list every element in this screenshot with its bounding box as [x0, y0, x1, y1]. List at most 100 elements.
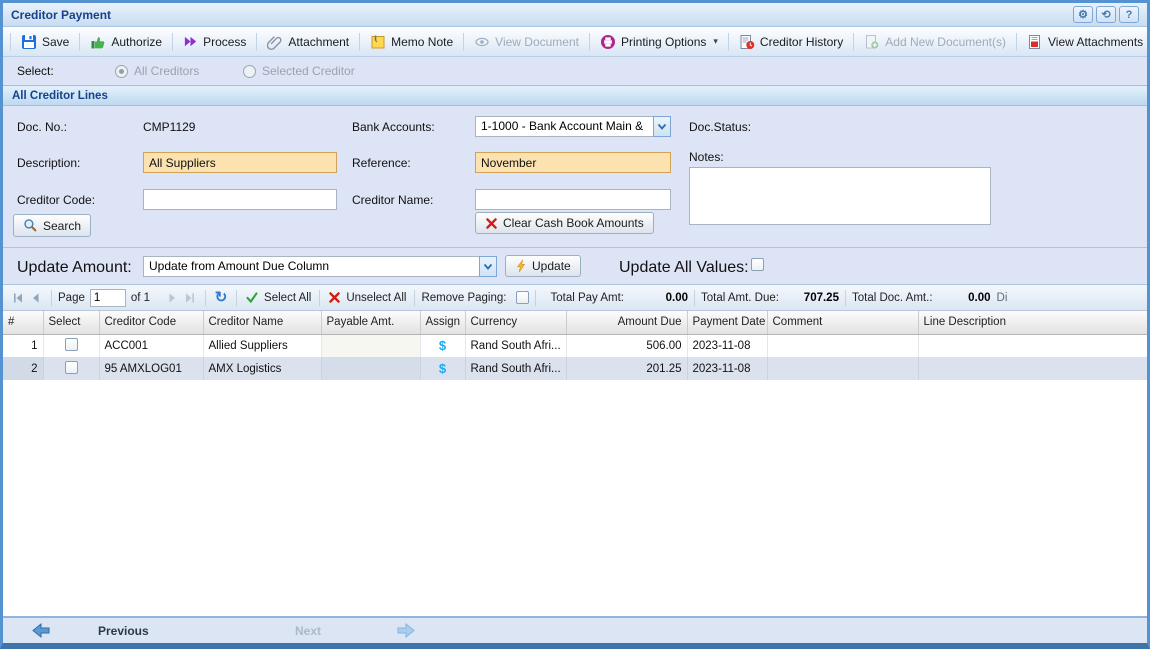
assign-dollar-icon[interactable]: $ [439, 361, 446, 376]
previous-label[interactable]: Previous [98, 624, 149, 638]
save-button[interactable]: Save [14, 31, 76, 53]
refresh-icon: ↻ [215, 290, 228, 305]
description-input[interactable] [143, 152, 337, 173]
update-amount-dropdown-button[interactable] [479, 256, 497, 277]
currency-cell[interactable]: Rand South Afri... [465, 334, 566, 357]
col-header-creditor-name[interactable]: Creditor Name [203, 311, 321, 334]
previous-arrow-button[interactable] [31, 622, 51, 639]
assign-cell[interactable]: $ [420, 357, 465, 380]
creditor-history-button[interactable]: Creditor History [732, 31, 850, 53]
row-select-cell [43, 357, 99, 380]
save-floppy-icon [21, 34, 37, 50]
unselect-all-button[interactable]: Unselect All [326, 291, 408, 304]
row-select-checkbox[interactable] [65, 338, 78, 351]
lightning-icon [515, 259, 527, 273]
pager-separator [51, 290, 52, 306]
update-all-values-checkbox[interactable] [751, 258, 764, 271]
table-row[interactable]: 1 ACC001 Allied Suppliers $ Rand South A… [3, 334, 1147, 357]
currency-cell[interactable]: Rand South Afri... [465, 357, 566, 380]
col-header-assign[interactable]: Assign [420, 311, 465, 334]
next-label[interactable]: Next [295, 624, 321, 638]
payment-date-cell[interactable]: 2023-11-08 [687, 357, 767, 380]
comment-cell[interactable] [767, 334, 918, 357]
assign-dollar-icon[interactable]: $ [439, 338, 446, 353]
col-header-payment-date[interactable]: Payment Date [687, 311, 767, 334]
pager-gap [156, 290, 157, 306]
settings-button[interactable]: ⚙ [1073, 6, 1093, 23]
view-document-button[interactable]: View Document [467, 31, 586, 53]
printer-icon [600, 34, 616, 50]
first-page-button[interactable] [9, 289, 27, 307]
col-header-amount-due[interactable]: Amount Due [566, 311, 687, 334]
add-new-documents-button[interactable]: Add New Document(s) [857, 31, 1013, 53]
refresh-window-button[interactable]: ⟲ [1096, 6, 1116, 23]
row-select-checkbox[interactable] [65, 361, 78, 374]
chevron-down-icon: ▾ [713, 36, 718, 47]
creditor-code-cell[interactable]: 95 AMXLOG01 [99, 357, 203, 380]
remove-paging-checkbox[interactable] [516, 291, 529, 304]
notes-textarea[interactable] [689, 167, 991, 225]
col-header-num[interactable]: # [3, 311, 43, 334]
bank-accounts-combo[interactable]: 1-1000 - Bank Account Main & [475, 116, 671, 137]
next-arrow-button[interactable] [396, 622, 416, 639]
attachment-button[interactable]: Attachment [260, 31, 356, 53]
col-header-payable-amt[interactable]: Payable Amt. [321, 311, 420, 334]
arrow-left-icon [31, 622, 51, 639]
update-amount-value: Update from Amount Due Column [143, 256, 479, 277]
creditor-payment-window: Creditor Payment ⚙ ⟲ ? Save Authorize Pr… [0, 0, 1150, 649]
col-header-comment[interactable]: Comment [767, 311, 918, 334]
line-description-cell[interactable] [918, 334, 1147, 357]
creditor-code-cell[interactable]: ACC001 [99, 334, 203, 357]
assign-cell[interactable]: $ [420, 334, 465, 357]
selected-creditor-label: Selected Creditor [262, 64, 355, 78]
clear-cash-book-button[interactable]: Clear Cash Book Amounts [475, 212, 654, 234]
bank-accounts-dropdown-button[interactable] [653, 116, 671, 137]
all-creditor-lines-header: All Creditor Lines [3, 85, 1147, 106]
prev-page-button[interactable] [27, 289, 45, 307]
pager-toolbar: Page of 1 ↻ Select All Unselect All Remo… [3, 284, 1147, 311]
col-header-currency[interactable]: Currency [465, 311, 566, 334]
amount-due-cell[interactable]: 201.25 [566, 357, 687, 380]
table-row[interactable]: 2 95 AMXLOG01 AMX Logistics $ Rand South… [3, 357, 1147, 380]
payment-date-cell[interactable]: 2023-11-08 [687, 334, 767, 357]
help-button[interactable]: ? [1119, 6, 1139, 23]
update-amount-combo[interactable]: Update from Amount Due Column [143, 256, 497, 277]
page-number-input[interactable] [90, 289, 126, 307]
payable-amt-cell[interactable] [321, 334, 420, 357]
process-button[interactable]: Process [176, 31, 253, 52]
creditor-name-cell[interactable]: Allied Suppliers [203, 334, 321, 357]
creditor-code-input[interactable] [143, 189, 337, 210]
col-header-creditor-code[interactable]: Creditor Code [99, 311, 203, 334]
next-page-button[interactable] [163, 289, 181, 307]
payable-amt-cell[interactable] [321, 357, 420, 380]
reference-input[interactable] [475, 152, 671, 173]
last-page-button[interactable] [181, 289, 199, 307]
view-attachments-button[interactable]: View Attachments [1020, 31, 1150, 53]
search-label: Search [43, 219, 81, 233]
memo-note-button[interactable]: Memo Note [363, 31, 460, 53]
all-creditors-radio[interactable]: All Creditors [115, 64, 199, 78]
select-all-button[interactable]: Select All [243, 291, 313, 304]
col-header-select[interactable]: Select [43, 311, 99, 334]
creditor-code-label: Creditor Code: [17, 193, 95, 207]
refresh-grid-button[interactable]: ↻ [212, 289, 230, 307]
section-title: All Creditor Lines [12, 90, 108, 102]
pager-separator [535, 290, 536, 306]
creditor-name-cell[interactable]: AMX Logistics [203, 357, 321, 380]
red-x-icon [485, 217, 498, 230]
amount-due-cell[interactable]: 506.00 [566, 334, 687, 357]
update-amount-label: Update Amount: [17, 259, 132, 277]
authorize-button[interactable]: Authorize [83, 31, 169, 53]
toolbar-separator [79, 33, 80, 51]
authorize-label: Authorize [111, 35, 162, 49]
comment-cell[interactable] [767, 357, 918, 380]
update-button[interactable]: Update [505, 255, 581, 277]
col-header-line-description[interactable]: Line Description [918, 311, 1147, 334]
line-description-cell[interactable] [918, 357, 1147, 380]
memo-note-icon [370, 34, 386, 50]
search-button[interactable]: Search [13, 214, 91, 237]
arrow-right-icon [396, 622, 416, 639]
selected-creditor-radio[interactable]: Selected Creditor [243, 64, 355, 78]
creditor-name-input[interactable] [475, 189, 671, 210]
printing-options-button[interactable]: Printing Options ▾ [593, 31, 725, 53]
